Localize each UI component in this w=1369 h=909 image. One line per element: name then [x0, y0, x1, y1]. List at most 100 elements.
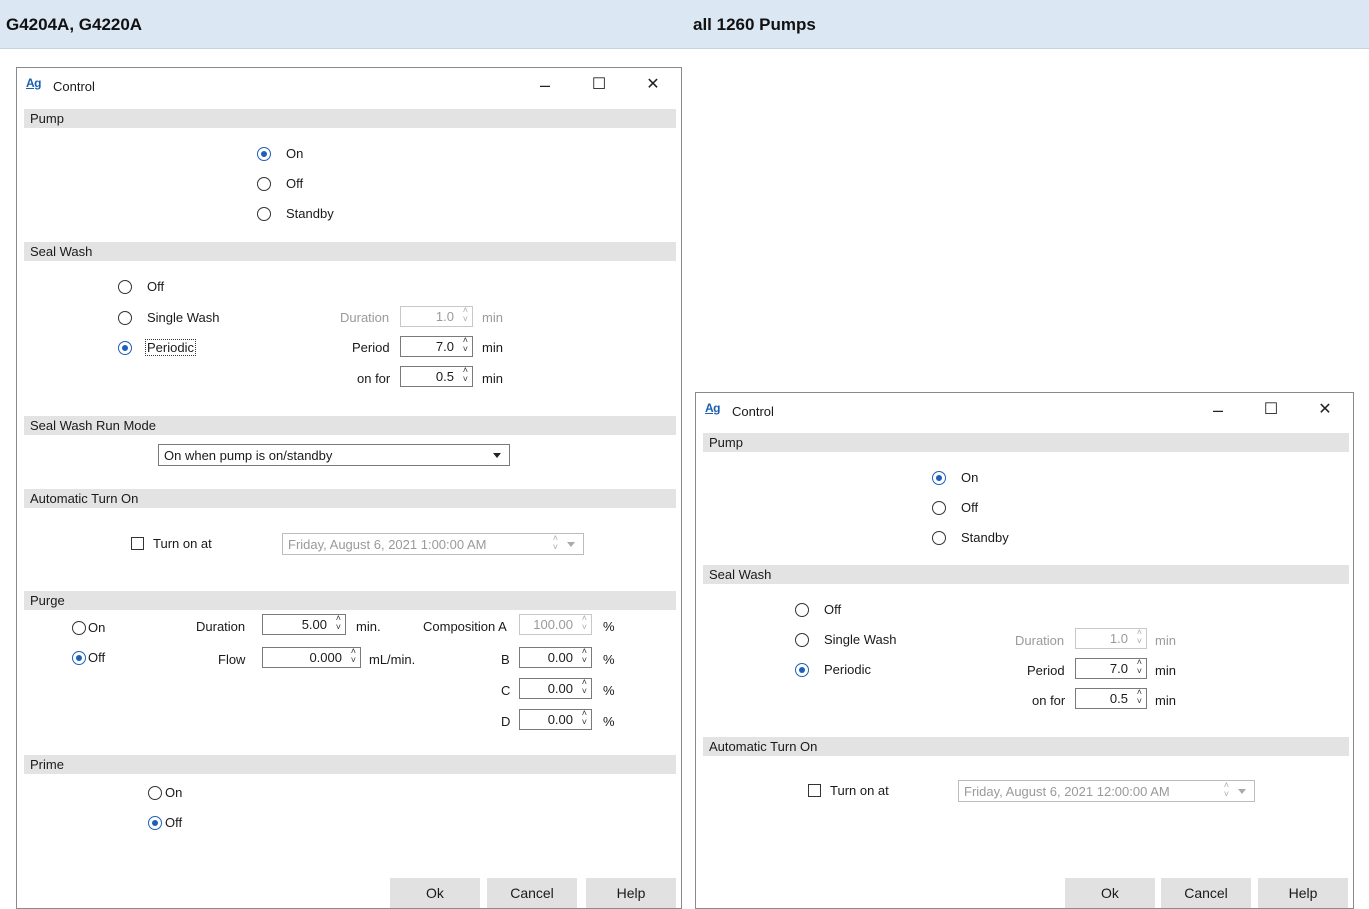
spin-icon[interactable]: ˄ ˅ — [582, 678, 587, 696]
purge-composition-a-label: Composition A — [423, 619, 507, 634]
seal-period-stepper[interactable]: 7.0 ˄ ˅ — [400, 336, 473, 357]
seal-off-label: Off — [147, 279, 165, 294]
pump-on-label: On — [286, 146, 304, 161]
spin-icon[interactable]: ˄ ˅ — [582, 647, 587, 665]
seal-single-radio[interactable] — [118, 311, 132, 325]
chevron-down-icon — [493, 453, 501, 458]
purge-d-label: D — [501, 714, 511, 729]
seal-duration-unit: min — [1155, 633, 1176, 648]
purge-c-label: C — [501, 683, 511, 698]
close-icon[interactable]: ✕ — [1305, 397, 1345, 423]
purge-off-label: Off — [88, 650, 106, 665]
spin-icon[interactable]: ˄ ˅ — [336, 614, 341, 632]
minimize-icon[interactable]: – — [1198, 397, 1238, 423]
chevron-down-icon — [567, 542, 575, 547]
pump-on-radio[interactable] — [257, 147, 271, 161]
purge-b-value: 0.00 — [547, 650, 573, 665]
purge-flow-stepper[interactable]: 0.000 ˄ ˅ — [262, 647, 361, 668]
turn-on-datetime-value: Friday, August 6, 2021 12:00:00 AM — [964, 784, 1170, 799]
turn-on-datetime-picker: Friday, August 6, 2021 1:00:00 AM ˄ ˅ — [282, 533, 584, 555]
turn-on-checkbox[interactable] — [131, 537, 144, 550]
seal-onfor-label: on for — [1032, 693, 1066, 708]
purge-d-value: 0.00 — [547, 712, 573, 727]
purge-off-radio[interactable] — [72, 651, 86, 665]
spin-icon[interactable]: ˄ ˅ — [582, 709, 587, 727]
seal-onfor-value: 0.5 — [1109, 691, 1128, 706]
maximize-icon[interactable]: ☐ — [579, 72, 619, 98]
maximize-icon[interactable]: ☐ — [1251, 397, 1291, 423]
seal-onfor-stepper[interactable]: 0.5 ˄ ˅ — [400, 366, 473, 387]
purge-c-stepper[interactable]: 0.00 ˄ ˅ — [519, 678, 592, 699]
run-mode-select[interactable]: On when pump is on/standby — [158, 444, 510, 466]
seal-off-radio[interactable] — [118, 280, 132, 294]
header-pumps: all 1260 Pumps — [693, 15, 816, 34]
purge-duration-value: 5.00 — [301, 617, 327, 632]
ok-button[interactable]: Ok — [390, 878, 480, 908]
run-mode-value: On when pump is on/standby — [164, 448, 333, 463]
section-prime: Prime — [24, 755, 676, 774]
control-window-2: Ag Control – ☐ ✕ Pump On Off Standby Sea… — [695, 392, 1354, 909]
purge-on-radio[interactable] — [72, 621, 86, 635]
seal-duration-stepper: 1.0 ˄ ˅ — [1075, 628, 1147, 649]
spin-icon[interactable]: ˄ ˅ — [351, 647, 356, 665]
section-automatic-turn-on: Automatic Turn On — [24, 489, 676, 508]
seal-off-label: Off — [824, 602, 842, 617]
ok-button[interactable]: Ok — [1065, 878, 1155, 908]
seal-duration-value: 1.0 — [435, 309, 454, 324]
purge-c-value: 0.00 — [547, 681, 573, 696]
cancel-button[interactable]: Cancel — [487, 878, 577, 908]
minimize-icon[interactable]: – — [525, 72, 565, 98]
turn-on-checkbox[interactable] — [808, 784, 821, 797]
seal-period-unit: min — [1155, 663, 1176, 678]
purge-duration-label: Duration — [196, 619, 246, 634]
purge-b-stepper[interactable]: 0.00 ˄ ˅ — [519, 647, 592, 668]
pump-off-radio[interactable] — [257, 177, 271, 191]
pump-standby-radio[interactable] — [932, 531, 946, 545]
pump-off-label: Off — [961, 500, 979, 515]
spin-icon: ˄ ˅ — [581, 613, 587, 632]
spin-icon[interactable]: ˄ ˅ — [463, 336, 468, 354]
seal-period-label: Period — [1027, 663, 1065, 678]
pump-standby-radio[interactable] — [257, 207, 271, 221]
purge-flow-label: Flow — [218, 652, 246, 667]
seal-periodic-radio[interactable] — [795, 663, 809, 677]
window-title: Control — [732, 404, 774, 419]
purge-duration-stepper[interactable]: 5.00 ˄ ˅ — [262, 614, 346, 635]
seal-period-value: 7.0 — [435, 339, 454, 354]
seal-periodic-label: Periodic — [145, 339, 196, 356]
section-pump: Pump — [24, 109, 676, 128]
spin-icon[interactable]: ˄ ˅ — [1137, 688, 1142, 706]
spin-icon[interactable]: ˄ ˅ — [463, 366, 468, 384]
window-title: Control — [53, 79, 95, 94]
percent-unit: % — [603, 683, 615, 698]
seal-period-value: 7.0 — [1109, 661, 1128, 676]
seal-duration-label: Duration — [340, 310, 390, 325]
app-icon: Ag — [26, 76, 42, 90]
help-button[interactable]: Help — [1258, 878, 1348, 908]
pump-on-radio[interactable] — [932, 471, 946, 485]
seal-single-radio[interactable] — [795, 633, 809, 647]
seal-onfor-label: on for — [357, 371, 391, 386]
cancel-button[interactable]: Cancel — [1161, 878, 1251, 908]
close-icon[interactable]: ✕ — [633, 72, 673, 98]
pump-off-radio[interactable] — [932, 501, 946, 515]
help-button[interactable]: Help — [586, 878, 676, 908]
page-header: G4204A, G4220A all 1260 Pumps — [0, 0, 1369, 49]
seal-off-radio[interactable] — [795, 603, 809, 617]
seal-single-label: Single Wash — [824, 632, 897, 647]
section-seal-wash: Seal Wash — [703, 565, 1349, 584]
control-window-1: Ag Control – ☐ ✕ Pump On Off Standby Sea… — [16, 67, 682, 909]
turn-on-datetime-value: Friday, August 6, 2021 1:00:00 AM — [288, 537, 487, 552]
seal-period-stepper[interactable]: 7.0 ˄ ˅ — [1075, 658, 1147, 679]
purge-d-stepper[interactable]: 0.00 ˄ ˅ — [519, 709, 592, 730]
prime-off-radio[interactable] — [148, 816, 162, 830]
spin-icon[interactable]: ˄ ˅ — [1137, 658, 1142, 676]
seal-duration-unit: min — [482, 310, 503, 325]
purge-flow-unit: mL/min. — [369, 652, 416, 667]
percent-unit: % — [603, 714, 615, 729]
seal-onfor-stepper[interactable]: 0.5 ˄ ˅ — [1075, 688, 1147, 709]
seal-period-unit: min — [482, 340, 503, 355]
seal-periodic-radio[interactable] — [118, 341, 132, 355]
purge-composition-a-stepper: 100.00 ˄ ˅ — [519, 614, 592, 635]
prime-on-radio[interactable] — [148, 786, 162, 800]
